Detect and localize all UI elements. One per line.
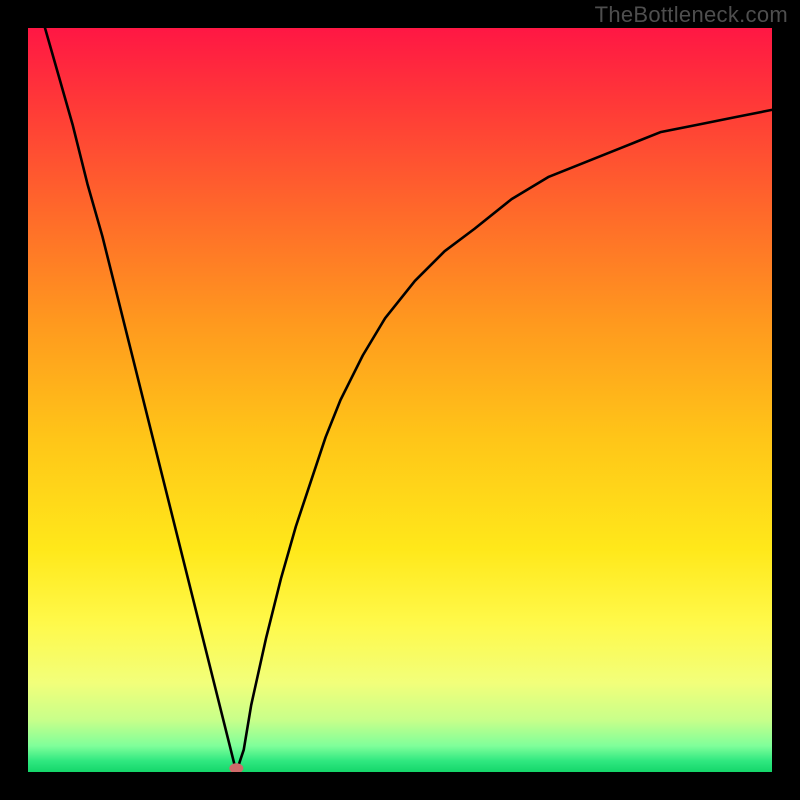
plot-area [28, 28, 772, 772]
chart-frame: TheBottleneck.com [0, 0, 800, 800]
chart-svg [28, 28, 772, 772]
watermark-text: TheBottleneck.com [595, 2, 788, 28]
gradient-background [28, 28, 772, 772]
